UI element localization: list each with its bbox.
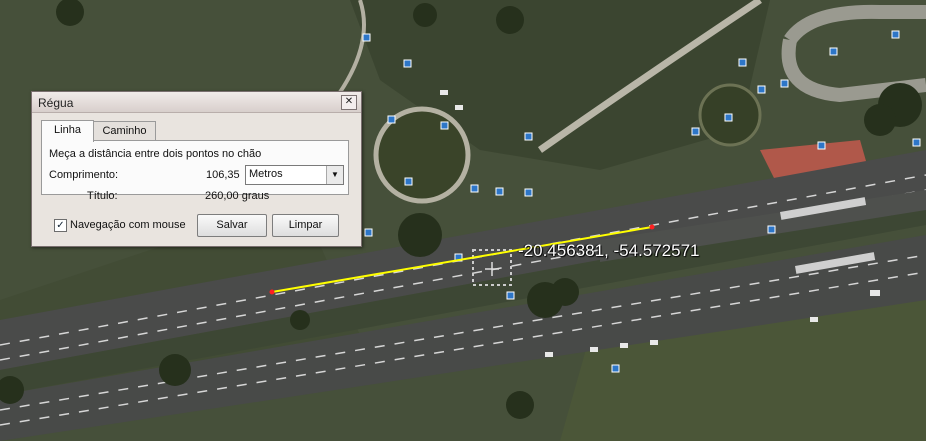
close-icon[interactable]: ✕ <box>341 95 357 110</box>
length-value: 106,35 <box>206 169 240 181</box>
ruler-window: Régua ✕ Linha Caminho Meça a distância e… <box>31 91 362 247</box>
length-label: Comprimento: <box>49 169 119 181</box>
window-titlebar[interactable]: Régua ✕ <box>32 92 361 113</box>
heading-value: 260,00 graus <box>205 190 270 202</box>
window-title: Régua <box>38 96 74 110</box>
unit-selected: Metros <box>249 168 283 180</box>
mouse-nav-checkbox[interactable]: ✓ <box>54 219 67 232</box>
tab-caminho[interactable]: Caminho <box>93 121 156 141</box>
heading-label: Título: <box>87 190 118 202</box>
save-button[interactable]: Salvar <box>197 214 267 237</box>
mouse-nav-label: Navegação com mouse <box>70 219 186 231</box>
measure-end-point[interactable] <box>649 224 655 230</box>
description-text: Meça a distância entre dois pontos no ch… <box>49 148 262 160</box>
unit-select[interactable]: Metros ▼ <box>245 165 344 185</box>
coordinate-readout: -20.456381, -54.572571 <box>518 241 700 260</box>
line-panel: Meça a distância entre dois pontos no ch… <box>41 140 349 195</box>
chevron-down-icon[interactable]: ▼ <box>326 166 343 184</box>
tab-linha[interactable]: Linha <box>41 120 94 142</box>
clear-button[interactable]: Limpar <box>272 214 339 237</box>
measure-start-point[interactable] <box>269 289 275 295</box>
